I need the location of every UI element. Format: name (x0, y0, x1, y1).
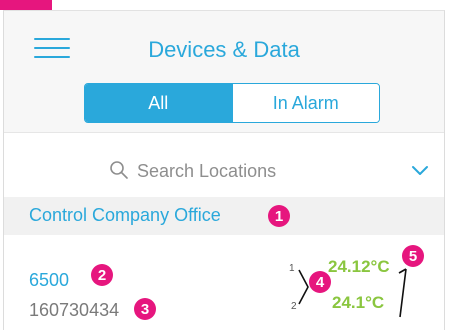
search-bar[interactable]: Search Locations (4, 152, 444, 196)
device-serial: 160730434 (29, 300, 120, 320)
channel-1-number: 1 (289, 263, 295, 274)
filter-bar: All In Alarm (4, 73, 444, 133)
callout-marker-strip (0, 0, 52, 10)
search-placeholder: Search Locations (137, 161, 277, 181)
channel-2-number: 2 (291, 301, 297, 312)
filter-all-button[interactable]: All (85, 84, 232, 122)
device-name[interactable]: 6500 (29, 270, 69, 291)
channel-2-reading: 24.1°C (332, 293, 385, 312)
channel-bracket-icon (298, 269, 309, 305)
filter-segmented-control: All In Alarm (84, 83, 380, 123)
callout-badge-4: 4 (309, 271, 331, 293)
page-title: Devices & Data (148, 37, 300, 62)
callout-badge-2: 2 (91, 264, 113, 286)
chevron-down-icon[interactable] (411, 164, 429, 178)
callout-badge-5: 5 (402, 245, 424, 267)
callout-badge-1: 1 (268, 205, 290, 227)
callout-badge-3: 3 (134, 298, 156, 320)
app-header: Devices & Data (4, 11, 444, 73)
filter-in-alarm-button[interactable]: In Alarm (231, 84, 379, 122)
location-name: Control Company Office (29, 205, 221, 225)
channel-1-reading: 24.12°C (328, 257, 390, 276)
location-header[interactable]: Control Company Office (4, 197, 444, 235)
app-screen: Devices & Data All In Alarm Search Locat… (3, 10, 445, 330)
search-icon (110, 161, 128, 179)
